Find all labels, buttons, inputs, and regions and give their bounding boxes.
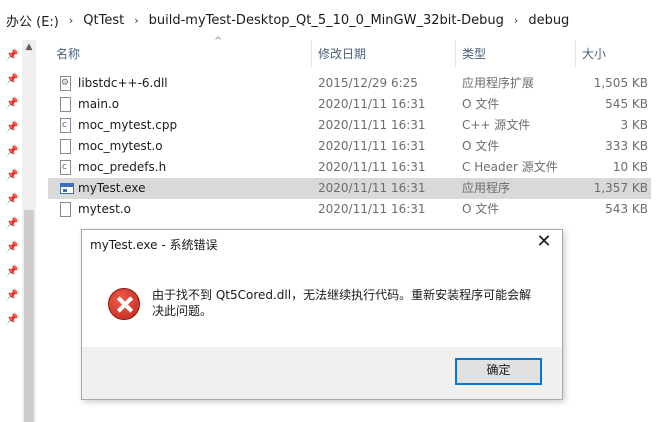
file-name: mytest.o — [78, 202, 131, 216]
file-row[interactable]: moc_mytest.o 2020/11/11 16:31 O 文件 333 K… — [48, 136, 651, 157]
column-header-type[interactable]: 类型 — [456, 40, 576, 68]
file-name: myTest.exe — [78, 181, 146, 195]
file-name: main.o — [78, 97, 120, 111]
file-date: 2020/11/11 16:31 — [318, 202, 426, 216]
file-size: 1,505 KB — [593, 76, 648, 90]
breadcrumb-item-drive[interactable]: 办公 (E:) — [6, 11, 59, 30]
file-type: C Header 源文件 — [462, 160, 558, 174]
column-header-row: ^ 名称 修改日期 类型 大小 — [36, 36, 666, 68]
file-size: 545 KB — [605, 97, 648, 111]
file-icon — [60, 97, 71, 112]
file-size: 543 KB — [605, 202, 648, 216]
error-icon — [108, 288, 140, 320]
pin-icon[interactable]: 📌 — [6, 266, 18, 278]
breadcrumb-item-qttest[interactable]: QtTest — [83, 13, 124, 28]
file-icon — [60, 139, 71, 154]
pin-icon[interactable]: 📌 — [6, 242, 18, 254]
file-row[interactable]: libstdc++-6.dll 2015/12/29 6:25 应用程序扩展 1… — [48, 73, 651, 94]
breadcrumb-item-debug[interactable]: debug — [528, 13, 569, 28]
dll-file-icon — [60, 73, 71, 94]
breadcrumb-item-build[interactable]: build-myTest-Desktop_Qt_5_10_0_MinGW_32b… — [149, 13, 504, 28]
file-name: moc_predefs.h — [78, 160, 167, 174]
file-date: 2015/12/29 6:25 — [318, 76, 418, 90]
file-date: 2020/11/11 16:31 — [318, 181, 426, 195]
file-icon — [60, 202, 71, 217]
pin-icon[interactable]: 📌 — [6, 290, 18, 302]
file-name: libstdc++-6.dll — [78, 76, 168, 90]
dialog-footer: 确定 — [82, 347, 562, 399]
file-date: 2020/11/11 16:31 — [318, 160, 426, 174]
file-row-selected[interactable]: myTest.exe 2020/11/11 16:31 应用程序 1,357 K… — [48, 178, 651, 199]
pin-icon[interactable]: 📌 — [6, 170, 18, 182]
chevron-right-icon[interactable]: › — [514, 14, 518, 27]
breadcrumb: 办公 (E:) › QtTest › build-myTest-Desktop_… — [0, 0, 666, 40]
chevron-right-icon[interactable]: › — [134, 14, 138, 27]
pin-icon[interactable]: 📌 — [6, 98, 18, 110]
file-size: 1,357 KB — [593, 181, 648, 195]
cpp-file-icon — [60, 115, 71, 136]
header-file-icon — [60, 157, 71, 178]
file-type: O 文件 — [462, 202, 500, 216]
file-name: moc_mytest.o — [78, 139, 163, 153]
error-dialog: myTest.exe - 系统错误 ✕ 由于找不到 Qt5Cored.dll，无… — [81, 229, 563, 400]
file-size: 3 KB — [620, 118, 648, 132]
file-date: 2020/11/11 16:31 — [318, 118, 426, 132]
chevron-right-icon[interactable]: › — [69, 14, 73, 27]
scrollbar-thumb[interactable] — [24, 210, 34, 422]
exe-file-icon — [60, 183, 74, 194]
dialog-body: 由于找不到 Qt5Cored.dll，无法继续执行代码。重新安装程序可能会解决此… — [82, 260, 562, 348]
file-date: 2020/11/11 16:31 — [318, 97, 426, 111]
dialog-message: 由于找不到 Qt5Cored.dll，无法继续执行代码。重新安装程序可能会解决此… — [152, 288, 532, 318]
file-row[interactable]: moc_mytest.cpp 2020/11/11 16:31 C++ 源文件 … — [48, 115, 651, 136]
column-header-size[interactable]: 大小 — [576, 40, 656, 68]
pin-icon[interactable]: 📌 — [6, 218, 18, 230]
pin-icon[interactable]: 📌 — [6, 122, 18, 134]
pin-icon[interactable]: 📌 — [6, 50, 18, 62]
nav-scrollbar[interactable]: ▲ — [22, 40, 36, 422]
file-type: O 文件 — [462, 139, 500, 153]
column-header-date[interactable]: 修改日期 — [312, 40, 456, 68]
column-header-name[interactable]: 名称 — [50, 40, 312, 68]
file-date: 2020/11/11 16:31 — [318, 139, 426, 153]
pin-icon[interactable]: 📌 — [6, 74, 18, 86]
file-row[interactable]: main.o 2020/11/11 16:31 O 文件 545 KB — [48, 94, 651, 115]
dialog-title: myTest.exe - 系统错误 — [90, 238, 218, 252]
file-type: 应用程序扩展 — [462, 76, 535, 90]
file-size: 10 KB — [612, 160, 648, 174]
ok-button[interactable]: 确定 — [455, 358, 542, 385]
file-size: 333 KB — [605, 139, 648, 153]
scroll-up-icon[interactable]: ▲ — [22, 42, 36, 56]
file-type: C++ 源文件 — [462, 118, 531, 132]
pin-icon[interactable]: 📌 — [6, 194, 18, 206]
file-name: moc_mytest.cpp — [78, 118, 178, 132]
close-icon[interactable]: ✕ — [532, 232, 556, 254]
pin-icon[interactable]: 📌 — [6, 314, 18, 326]
pin-icon[interactable]: 📌 — [6, 146, 18, 158]
file-row[interactable]: mytest.o 2020/11/11 16:31 O 文件 543 KB — [48, 199, 651, 220]
file-type: O 文件 — [462, 97, 500, 111]
file-type: 应用程序 — [462, 181, 511, 195]
file-row[interactable]: moc_predefs.h 2020/11/11 16:31 C Header … — [48, 157, 651, 178]
navigation-pane: 📌 📌 📌 📌 📌 📌 📌 📌 📌 📌 📌 📌 — [0, 40, 22, 422]
